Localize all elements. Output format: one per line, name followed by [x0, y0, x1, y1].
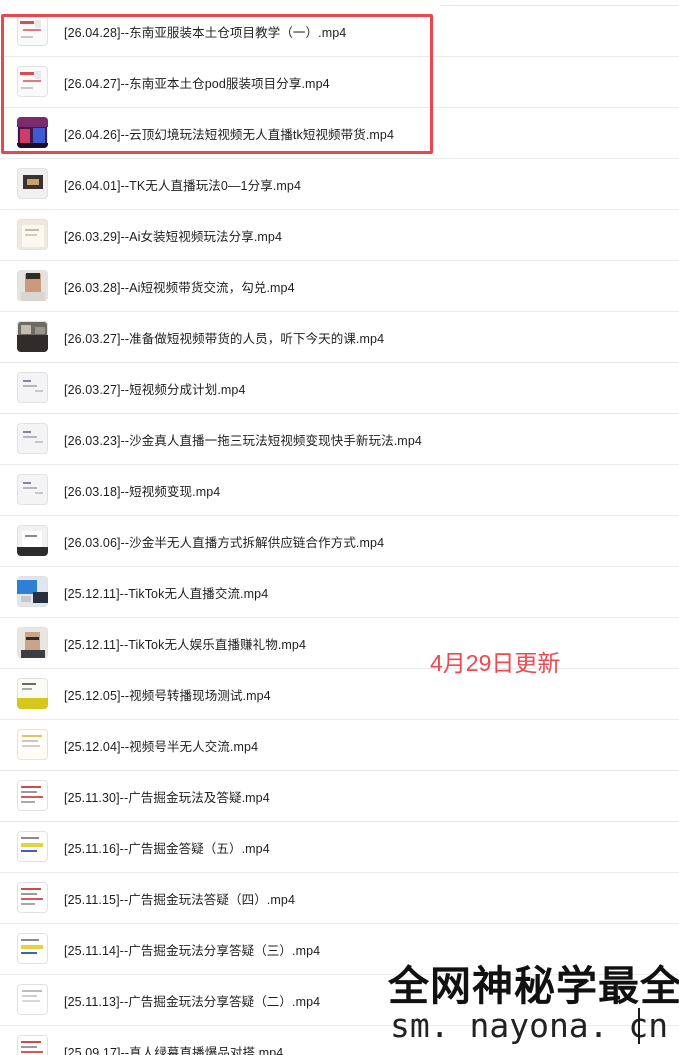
file-row[interactable]: [25.11.16]--广告掘金答疑（五）.mp4	[0, 822, 679, 873]
file-name[interactable]: [26.03.18]--短视频变现.mp4	[64, 481, 220, 500]
update-note: 4月29日更新	[430, 650, 561, 676]
video-thumbnail	[17, 474, 48, 505]
file-row[interactable]: [26.04.26]--云顶幻境玩法短视频无人直播tk短视频带货.mp4	[0, 108, 679, 159]
watermark-url: sm. nayona. cn	[390, 1006, 669, 1045]
file-name[interactable]: [26.03.27]--短视频分成计划.mp4	[64, 379, 246, 398]
file-name[interactable]: [26.04.27]--东南亚本土仓pod服装项目分享.mp4	[64, 73, 330, 92]
video-thumbnail	[17, 729, 48, 760]
file-row[interactable]: [26.03.28]--Ai短视频带货交流，勾兑.mp4	[0, 261, 679, 312]
file-name[interactable]: [25.11.14]--广告掘金玩法分享答疑（三）.mp4	[64, 940, 320, 959]
video-thumbnail	[17, 525, 48, 556]
file-name[interactable]: [25.12.04]--视频号半无人交流.mp4	[64, 736, 258, 755]
watermark-title: 全网神秘学最全	[388, 962, 679, 1010]
file-row[interactable]: [26.03.06]--沙金半无人直播方式拆解供应链合作方式.mp4	[0, 516, 679, 567]
file-row[interactable]: [26.03.18]--短视频变现.mp4	[0, 465, 679, 516]
file-name[interactable]: [26.03.23]--沙金真人直播一拖三玩法短视频变现快手新玩法.mp4	[64, 430, 422, 449]
file-list: [26.04.28]--东南亚服装本土仓项目教学（一）.mp4 [26.04.27…	[0, 6, 679, 1055]
video-thumbnail	[17, 372, 48, 403]
file-row[interactable]: [25.12.04]--视频号半无人交流.mp4	[0, 720, 679, 771]
file-name[interactable]: [25.11.30]--广告掘金玩法及答疑.mp4	[64, 787, 270, 806]
file-row[interactable]: [26.03.27]--准备做短视频带货的人员，听下今天的课.mp4	[0, 312, 679, 363]
video-thumbnail	[17, 15, 48, 46]
file-row[interactable]: [26.04.27]--东南亚本土仓pod服装项目分享.mp4	[0, 57, 679, 108]
file-name[interactable]: [26.04.28]--东南亚服装本土仓项目教学（一）.mp4	[64, 22, 346, 41]
file-name[interactable]: [26.03.06]--沙金半无人直播方式拆解供应链合作方式.mp4	[64, 532, 384, 551]
file-name[interactable]: [26.03.27]--准备做短视频带货的人员，听下今天的课.mp4	[64, 328, 384, 347]
file-row[interactable]: [26.04.28]--东南亚服装本土仓项目教学（一）.mp4	[0, 6, 679, 57]
file-row[interactable]: [25.11.30]--广告掘金玩法及答疑.mp4	[0, 771, 679, 822]
text-cursor	[638, 1008, 640, 1044]
file-row[interactable]: [25.12.11]--TikTok无人直播交流.mp4	[0, 567, 679, 618]
file-name[interactable]: [26.03.28]--Ai短视频带货交流，勾兑.mp4	[64, 277, 295, 296]
file-name[interactable]: [25.11.16]--广告掘金答疑（五）.mp4	[64, 838, 270, 857]
file-name[interactable]: [26.04.01]--TK无人直播玩法0—1分享.mp4	[64, 175, 301, 194]
file-name[interactable]: [25.12.05]--视频号转播现场测试.mp4	[64, 685, 271, 704]
video-thumbnail	[17, 423, 48, 454]
video-thumbnail	[17, 627, 48, 658]
file-name[interactable]: [25.09.17]--真人绿幕直播爆品对搭.mp4	[64, 1042, 283, 1055]
video-thumbnail	[17, 117, 48, 148]
file-row[interactable]: [25.12.05]--视频号转播现场测试.mp4	[0, 669, 679, 720]
file-row[interactable]: [26.03.27]--短视频分成计划.mp4	[0, 363, 679, 414]
video-thumbnail	[17, 270, 48, 301]
file-list-page: [26.04.28]--东南亚服装本土仓项目教学（一）.mp4 [26.04.27…	[0, 0, 679, 1055]
video-thumbnail	[17, 678, 48, 709]
video-thumbnail	[17, 831, 48, 862]
video-thumbnail	[17, 882, 48, 913]
file-name[interactable]: [25.11.13]--广告掘金玩法分享答疑（二）.mp4	[64, 991, 320, 1010]
video-thumbnail	[17, 933, 48, 964]
video-thumbnail	[17, 66, 48, 97]
file-name[interactable]: [25.12.11]--TikTok无人娱乐直播赚礼物.mp4	[64, 634, 306, 653]
video-thumbnail	[17, 1035, 48, 1055]
file-row[interactable]: [26.04.01]--TK无人直播玩法0—1分享.mp4	[0, 159, 679, 210]
file-row[interactable]: [25.11.15]--广告掘金玩法答疑（四）.mp4	[0, 873, 679, 924]
file-row[interactable]: [25.12.11]--TikTok无人娱乐直播赚礼物.mp4	[0, 618, 679, 669]
video-thumbnail	[17, 219, 48, 250]
video-thumbnail	[17, 321, 48, 352]
file-row[interactable]: [26.03.23]--沙金真人直播一拖三玩法短视频变现快手新玩法.mp4	[0, 414, 679, 465]
video-thumbnail	[17, 780, 48, 811]
file-name[interactable]: [26.04.26]--云顶幻境玩法短视频无人直播tk短视频带货.mp4	[64, 124, 394, 143]
video-thumbnail	[17, 576, 48, 607]
video-thumbnail	[17, 984, 48, 1015]
file-name[interactable]: [26.03.29]--Ai女装短视频玩法分享.mp4	[64, 226, 282, 245]
file-name[interactable]: [25.12.11]--TikTok无人直播交流.mp4	[64, 583, 268, 602]
file-row[interactable]: [26.03.29]--Ai女装短视频玩法分享.mp4	[0, 210, 679, 261]
video-thumbnail	[17, 168, 48, 199]
file-name[interactable]: [25.11.15]--广告掘金玩法答疑（四）.mp4	[64, 889, 295, 908]
